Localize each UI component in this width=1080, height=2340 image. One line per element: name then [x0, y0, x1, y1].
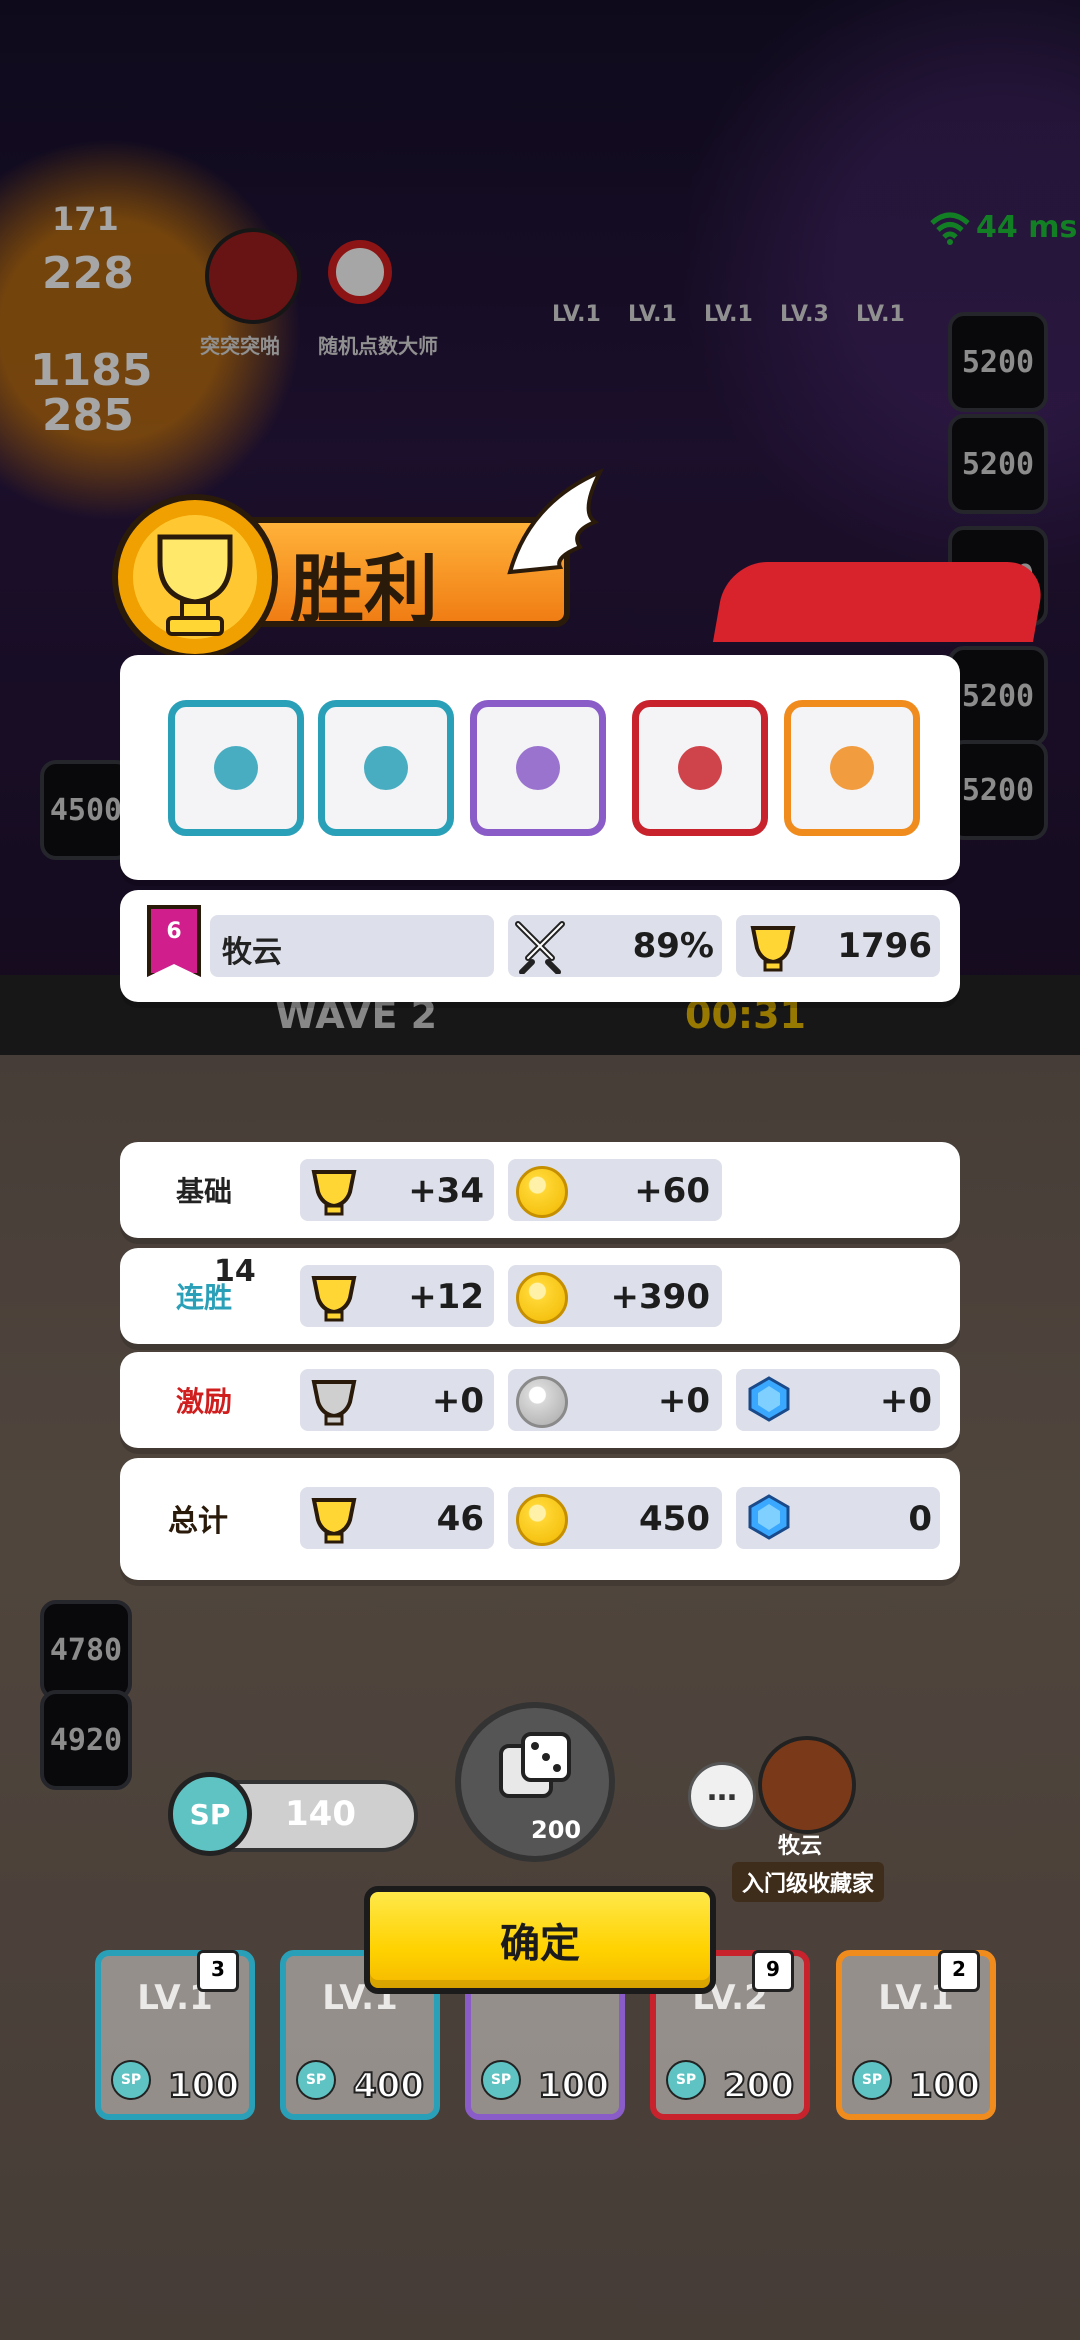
bottom-dice-card[interactable]: LV.1 SP 100 3 — [95, 1950, 255, 2120]
card-badge: 3 — [197, 1950, 239, 1992]
reward-label: 激励 — [176, 1380, 232, 1420]
reward-coin: +390 — [610, 1277, 710, 1317]
coin-icon — [516, 1272, 568, 1324]
gem-icon — [748, 1494, 790, 1540]
sp-icon: SP — [168, 1772, 252, 1856]
die-pip — [214, 746, 258, 790]
trophy-icon — [750, 926, 796, 972]
sp-icon: SP — [111, 2060, 151, 2100]
sp-icon: SP — [481, 2060, 521, 2100]
card-cost: 100 — [537, 2065, 610, 2107]
card-cost: 100 — [167, 2065, 240, 2107]
reward-gem: +0 — [879, 1381, 932, 1421]
deck-die-red-crack — [632, 700, 768, 836]
trophy-icon — [311, 1170, 357, 1216]
sp-icon: SP — [666, 2060, 706, 2100]
coin-icon — [516, 1166, 568, 1218]
gem-icon — [748, 1376, 790, 1422]
total-gem: 0 — [908, 1499, 932, 1539]
reward-trophy: +34 — [408, 1171, 484, 1211]
deck-die-orange-target — [784, 700, 920, 836]
streak-count: 14 — [214, 1254, 256, 1289]
bottom-dice-card[interactable]: LV.1 SP 100 2 — [836, 1950, 996, 2120]
roll-cost: 200 — [531, 1816, 582, 1844]
trophy-icon — [311, 1380, 357, 1426]
deck-die-blue-vortex — [168, 700, 304, 836]
trophy-total: 1796 — [837, 926, 932, 966]
die-pip — [516, 746, 560, 790]
trophy-icon — [311, 1276, 357, 1322]
reward-trophy: +12 — [408, 1277, 484, 1317]
reward-label-text: 基础 — [176, 1175, 233, 1208]
card-cost: 100 — [908, 2065, 981, 2107]
deck-die-purple-vortex — [470, 700, 606, 836]
card-cost: 400 — [352, 2065, 425, 2107]
die-pip — [830, 746, 874, 790]
dice-icon — [499, 1732, 571, 1798]
card-cost: 200 — [722, 2065, 795, 2107]
sp-icon: SP — [296, 2060, 336, 2100]
coin-icon — [516, 1494, 568, 1546]
trophy-icon — [311, 1498, 357, 1544]
card-badge: 9 — [752, 1950, 794, 1992]
total-label: 总计 — [168, 1504, 228, 1539]
reward-coin: +60 — [634, 1171, 710, 1211]
rank-number: 6 — [166, 919, 182, 944]
die-pip — [364, 746, 408, 790]
die-pip — [678, 746, 722, 790]
opponent-avatar — [758, 1736, 856, 1834]
victory-title: 胜利 — [290, 547, 438, 633]
opponent-name: 牧云 — [778, 1834, 823, 1859]
sp-icon: SP — [852, 2060, 892, 2100]
reward-label: 基础 — [176, 1170, 232, 1210]
confirm-button[interactable]: 确定 — [364, 1886, 716, 1994]
deck-die-cyan-vortex — [318, 700, 454, 836]
roll-button[interactable]: 200 — [455, 1702, 615, 1862]
coin-icon — [516, 1376, 568, 1428]
reward-coin: +0 — [657, 1381, 710, 1421]
opponent-title: 入门级收藏家 — [732, 1862, 885, 1902]
total-trophy: 46 — [436, 1499, 484, 1539]
player-name: 牧云 — [222, 935, 282, 970]
card-badge: 2 — [938, 1950, 980, 1992]
reward-trophy: +0 — [431, 1381, 484, 1421]
chat-button[interactable]: … — [688, 1762, 756, 1830]
reward-label-text: 激励 — [176, 1385, 233, 1418]
red-ribbon — [712, 562, 1048, 642]
victory-banner: 胜利 — [80, 468, 1048, 662]
wing-icon — [507, 468, 605, 575]
total-coin: 450 — [639, 1499, 710, 1539]
sp-value: 140 — [285, 1794, 356, 1834]
crossed-swords-icon — [515, 921, 565, 974]
win-rate: 89% — [632, 926, 714, 966]
trophy-icon — [112, 494, 278, 660]
